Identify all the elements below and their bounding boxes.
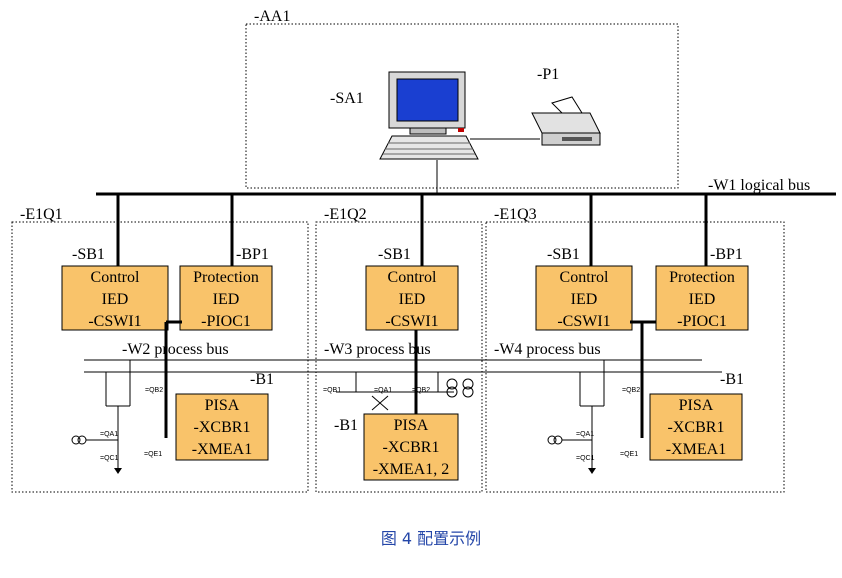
e1q3-b1-label: -B1 <box>720 371 744 388</box>
svg-text:Control: Control <box>91 269 140 286</box>
e1q1-sb1-label: -SB1 <box>72 246 105 263</box>
e1q1-qa1-label: =QA1 <box>100 431 118 438</box>
e1q2-control-ied: Control IED -CSWI1 <box>365 265 459 331</box>
svg-text:-XMEA1, 2: -XMEA1, 2 <box>373 461 449 478</box>
bay-e1q1-label: -E1Q1 <box>20 206 63 223</box>
e1q3-qc1-label: =QC1 <box>576 455 595 462</box>
e1q2-sb1-label: -SB1 <box>378 246 411 263</box>
svg-text:-XCBR1: -XCBR1 <box>194 419 251 436</box>
svg-text:-CSWI1: -CSWI1 <box>88 313 141 330</box>
svg-text:-XCBR1: -XCBR1 <box>383 439 440 456</box>
svg-text:PISA: PISA <box>394 417 429 434</box>
e1q1-protection-ied: Protection IED -PIOC1 <box>179 265 273 331</box>
e1q2-qb2-label: =QB2 <box>412 387 430 394</box>
e1q2-b1-label: -B1 <box>334 417 358 434</box>
e1q1-qb2-label: =QB2 <box>145 387 163 394</box>
svg-text:PISA: PISA <box>679 397 714 414</box>
computer-icon <box>379 71 479 160</box>
sa1-label: -SA1 <box>330 90 364 107</box>
e1q1-bp1-label: -BP1 <box>236 246 269 263</box>
area-aa1-label: -AA1 <box>254 8 290 25</box>
svg-text:Protection: Protection <box>669 269 735 286</box>
svg-text:IED: IED <box>689 291 716 308</box>
w1-label: -W1 logical bus <box>708 177 810 194</box>
e1q3-qa1-label: =QA1 <box>576 431 594 438</box>
e1q3-pisa-box: PISA -XCBR1 -XMEA1 <box>649 393 743 461</box>
e1q3-qb2-label: =QB2 <box>622 387 640 394</box>
e1q2-qb1-label: =QB1 <box>323 387 341 394</box>
e1q1-control-ied: Control IED -CSWI1 <box>61 265 169 331</box>
bay-e1q2-label: -E1Q2 <box>324 206 367 223</box>
e1q3-control-ied: Control IED -CSWI1 <box>535 265 633 331</box>
svg-text:IED: IED <box>102 291 129 308</box>
svg-text:IED: IED <box>399 291 426 308</box>
svg-text:-CSWI1: -CSWI1 <box>557 313 610 330</box>
svg-text:PISA: PISA <box>205 397 240 414</box>
svg-text:Protection: Protection <box>193 269 259 286</box>
svg-text:-XMEA1: -XMEA1 <box>192 441 252 458</box>
svg-text:Control: Control <box>560 269 609 286</box>
e1q3-qe1-label: =QE1 <box>620 451 638 458</box>
svg-text:-XCBR1: -XCBR1 <box>668 419 725 436</box>
svg-text:IED: IED <box>213 291 240 308</box>
bay-e1q3-label: -E1Q3 <box>494 206 537 223</box>
w3-label: -W3 process bus <box>324 341 431 358</box>
e1q3-protection-ied: Protection IED -PIOC1 <box>655 265 749 331</box>
svg-text:-CSWI1: -CSWI1 <box>385 313 438 330</box>
w2-label: -W2 process bus <box>122 341 229 358</box>
p1-label: -P1 <box>537 66 559 83</box>
e1q2-qa1-label: =QA1 <box>374 387 392 394</box>
printer-icon <box>531 96 601 146</box>
e1q1-qe1-label: =QE1 <box>144 451 162 458</box>
e1q3-bp1-label: -BP1 <box>710 246 743 263</box>
svg-text:Control: Control <box>388 269 437 286</box>
svg-text:-XMEA1: -XMEA1 <box>666 441 726 458</box>
configuration-diagram: -AA1 -SA1 -P1 -W1 logical bus -E1Q1 -E1Q… <box>11 8 836 548</box>
svg-text:-PIOC1: -PIOC1 <box>201 313 251 330</box>
e1q3-sb1-label: -SB1 <box>547 246 580 263</box>
figure-caption: 图 4 配置示例 <box>381 529 481 548</box>
w4-label: -W4 process bus <box>494 341 601 358</box>
svg-text:-PIOC1: -PIOC1 <box>677 313 727 330</box>
e1q2-switchgear <box>336 372 474 411</box>
e1q1-pisa-box: PISA -XCBR1 -XMEA1 <box>175 393 269 461</box>
e1q1-qc1-label: =QC1 <box>100 455 119 462</box>
e1q2-pisa-box: PISA -XCBR1 -XMEA1, 2 <box>363 413 459 481</box>
svg-text:IED: IED <box>571 291 598 308</box>
e1q1-b1-label: -B1 <box>250 371 274 388</box>
